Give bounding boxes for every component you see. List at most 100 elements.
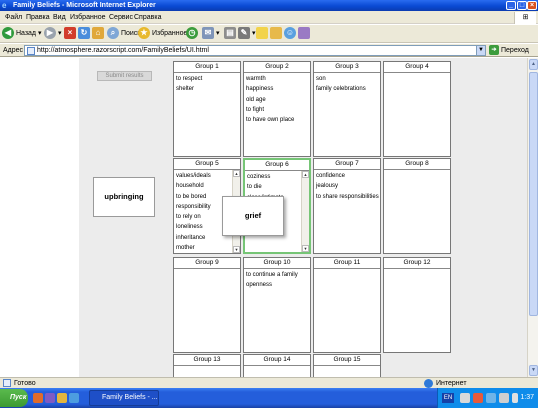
group-card[interactable]: Group 8 [383, 158, 451, 254]
group-item[interactable]: happiness [246, 84, 310, 94]
taskbar-task-label: Family Beliefs - ... [102, 394, 158, 401]
group-header: Group 13 [174, 355, 240, 366]
group-item[interactable]: son [316, 74, 380, 84]
address-url: http://atmosphere.razorscript.com/Family… [37, 47, 209, 54]
address-dropdown-icon[interactable]: ▼ [476, 46, 485, 55]
history-button[interactable]: ◷ [186, 27, 198, 41]
notes-button[interactable] [256, 27, 268, 41]
home-button[interactable]: ⌂ [92, 27, 104, 41]
print-icon: ▤ [224, 27, 236, 40]
refresh-button[interactable]: ↻ [78, 27, 90, 41]
menu-favorites[interactable]: Избранное [70, 12, 105, 23]
group-card[interactable]: Group 3 son family celebrations [313, 61, 381, 157]
group-header: Group 15 [314, 355, 380, 366]
group-item[interactable]: values/ideals [176, 171, 240, 181]
quicklaunch-icon[interactable] [57, 393, 67, 403]
history-icon: ◷ [186, 27, 198, 40]
toolbar: ◀ Назад ▾ ▶ ▾ × ↻ ⌂ ⌕ Поиск ★ Избранное … [0, 25, 538, 43]
go-label: Переход [501, 47, 529, 54]
group-item[interactable]: to have own place [246, 115, 310, 125]
scroll-down-icon[interactable]: ▼ [529, 365, 538, 376]
group-item[interactable]: to continue a family [246, 270, 310, 280]
ie-logo-icon: e [2, 1, 7, 10]
group-header: Group 11 [314, 258, 380, 269]
menu-edit[interactable]: Правка [26, 12, 50, 23]
group-item[interactable]: family celebrations [316, 84, 380, 94]
group-item[interactable]: confidence [316, 171, 380, 181]
scroll-down-icon[interactable]: ▼ [302, 245, 309, 252]
folder-button[interactable] [270, 27, 282, 41]
taskbar-ie-window[interactable]: Family Beliefs - ... [89, 390, 159, 406]
menu-bar: Файл Правка Вид Избранное Сервис Справка… [0, 11, 538, 24]
go-button[interactable]: ➔ Переход [489, 45, 529, 56]
scroll-up-icon[interactable]: ▲ [529, 59, 538, 70]
stop-button[interactable]: × [64, 27, 76, 41]
word-card-upbringing[interactable]: upbringing [93, 177, 155, 217]
menu-tools[interactable]: Сервис [109, 12, 133, 23]
group-card[interactable]: Group 4 [383, 61, 451, 157]
group-header: Group 1 [174, 62, 240, 73]
back-button[interactable]: ◀ Назад ▾ [2, 27, 41, 41]
language-indicator[interactable]: EN [442, 393, 454, 403]
group-card[interactable]: Group 12 [383, 257, 451, 353]
quicklaunch-icon[interactable] [45, 393, 55, 403]
tray-icon[interactable] [499, 393, 509, 403]
research-button[interactable] [298, 27, 310, 41]
address-input[interactable]: http://atmosphere.razorscript.com/Family… [24, 45, 486, 56]
group-item[interactable]: old age [246, 95, 310, 105]
start-button[interactable]: Пуск [0, 389, 28, 407]
group-item[interactable]: to die [247, 182, 309, 192]
group-item[interactable]: coziness [247, 172, 309, 182]
group-item[interactable]: shelter [176, 84, 240, 94]
mail-button[interactable]: ✉ ▾ [202, 27, 219, 41]
group-header: Group 5 [174, 159, 240, 170]
group-item[interactable]: mother [176, 243, 240, 253]
group-scrollbar[interactable]: ▲ ▼ [301, 171, 309, 252]
tray-icon[interactable] [460, 393, 470, 403]
menu-view[interactable]: Вид [53, 12, 66, 23]
group-item[interactable]: to share responsibilities [316, 192, 380, 202]
tray-icon[interactable] [473, 393, 483, 403]
group-card[interactable]: Group 2 warmth happiness old age to figh… [243, 61, 311, 157]
quicklaunch-icon[interactable] [69, 393, 79, 403]
search-button[interactable]: ⌕ Поиск [107, 27, 140, 41]
group-card[interactable]: Group 7 confidence jealousy to share res… [313, 158, 381, 254]
group-header: Group 4 [384, 62, 450, 73]
group-header: Group 2 [244, 62, 310, 73]
group-card[interactable]: Group 9 [173, 257, 241, 353]
close-button[interactable]: × [527, 1, 537, 10]
scroll-thumb[interactable] [529, 72, 538, 316]
messenger-button[interactable]: ☺ [284, 27, 296, 41]
edit-icon: ✎ [238, 27, 250, 40]
quicklaunch-icon[interactable] [33, 393, 43, 403]
maximize-button[interactable]: □ [517, 1, 527, 10]
group-card[interactable]: Group 11 [313, 257, 381, 353]
group-card[interactable]: Group 1 to respect shelter [173, 61, 241, 157]
menu-file[interactable]: Файл [5, 12, 22, 23]
left-panel [79, 58, 165, 377]
scroll-down-icon[interactable]: ▼ [233, 246, 240, 253]
notes-icon [256, 27, 268, 40]
scroll-up-icon[interactable]: ▲ [233, 170, 240, 177]
group-card[interactable]: Group 10 to continue a family openness [243, 257, 311, 353]
edit-button[interactable]: ✎ ▾ [238, 27, 255, 41]
group-item[interactable]: to respect [176, 74, 240, 84]
group-item[interactable]: warmth [246, 74, 310, 84]
menu-help[interactable]: Справка [134, 12, 161, 23]
minimize-button[interactable]: _ [506, 1, 516, 10]
tray-icon[interactable] [512, 393, 518, 403]
group-item[interactable]: openness [246, 280, 310, 290]
print-button[interactable]: ▤ [224, 27, 236, 41]
group-item[interactable]: to fight [246, 105, 310, 115]
submit-results-button[interactable]: Submit results [97, 71, 152, 81]
group-item[interactable]: jealousy [316, 181, 380, 191]
forward-button[interactable]: ▶ ▾ [44, 27, 61, 41]
mail-icon: ✉ [202, 27, 214, 40]
windows-logo-icon: ⊞ [514, 12, 536, 24]
page-scrollbar[interactable]: ▲ ▼ [527, 58, 538, 377]
tray-icon[interactable] [486, 393, 496, 403]
scroll-up-icon[interactable]: ▲ [302, 171, 309, 178]
favorites-button[interactable]: ★ Избранное [138, 27, 187, 41]
group-item[interactable]: household [176, 181, 240, 191]
dragged-word-card[interactable]: grief [222, 196, 284, 236]
